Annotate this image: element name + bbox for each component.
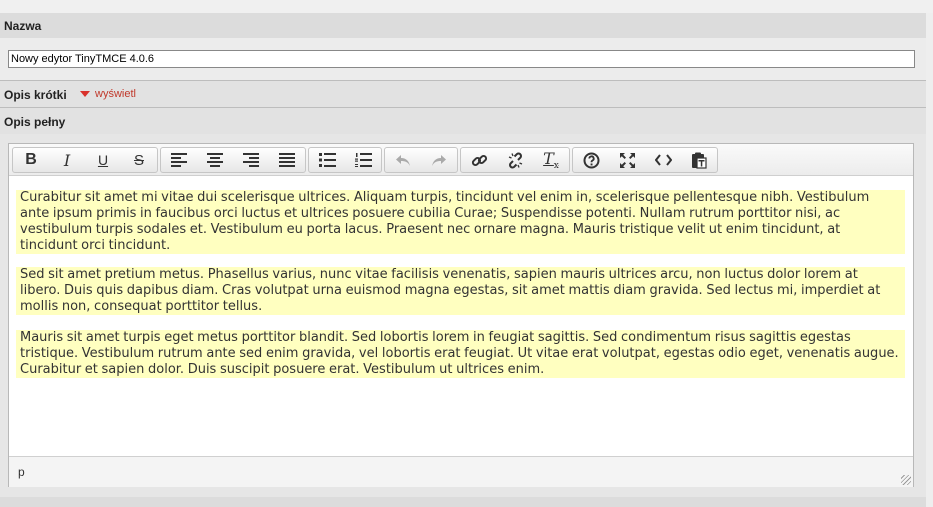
full-desc-label: Opis pełny	[4, 115, 66, 129]
italic-icon: I	[63, 150, 71, 170]
align-left-icon	[171, 153, 187, 167]
bullet-list-icon	[318, 153, 336, 167]
rich-text-editor: B I U S Tx Curabitur sit amet mi vitae d…	[8, 143, 914, 487]
paste-text-button[interactable]	[681, 148, 717, 172]
full-desc-row: Opis pełny	[0, 108, 926, 134]
paragraph-3[interactable]: Mauris sit amet turpis eget metus portti…	[16, 330, 905, 378]
toolbar-group-links: Tx	[460, 147, 570, 173]
align-justify-icon	[279, 153, 295, 167]
paragraph-2[interactable]: Sed sit amet pretium metus. Phasellus va…	[16, 267, 905, 315]
link-icon	[471, 154, 487, 166]
align-left-button[interactable]	[161, 148, 197, 172]
strikethrough-icon: S	[133, 151, 144, 169]
element-path[interactable]: p	[18, 465, 25, 479]
numbered-list-button[interactable]	[345, 148, 381, 172]
resize-grip-icon[interactable]	[901, 475, 911, 485]
short-desc-label: Opis krótki	[4, 88, 67, 102]
undo-button[interactable]	[385, 148, 421, 172]
help-icon	[583, 152, 599, 168]
short-desc-toggle[interactable]: wyświetl	[80, 88, 136, 100]
bold-icon: B	[25, 151, 37, 168]
name-row: Nazwa	[0, 13, 926, 38]
strikethrough-button[interactable]: S	[121, 148, 157, 172]
toolbar-group-format: B I U S	[12, 147, 158, 173]
align-right-icon	[243, 153, 259, 167]
remove-format-icon: Tx	[543, 148, 559, 172]
unlink-icon	[508, 152, 522, 168]
paste-text-icon	[692, 152, 707, 169]
toolbar-group-tools	[572, 147, 718, 173]
help-button[interactable]	[573, 148, 609, 172]
remove-format-button[interactable]: Tx	[533, 148, 569, 172]
redo-icon	[432, 155, 446, 166]
source-code-button[interactable]	[645, 148, 681, 172]
fullscreen-button[interactable]	[609, 148, 645, 172]
underline-icon: U	[97, 152, 109, 168]
bottom-row	[0, 497, 926, 507]
unlink-button[interactable]	[497, 148, 533, 172]
bullet-list-button[interactable]	[309, 148, 345, 172]
numbered-list-icon	[354, 153, 372, 167]
name-label: Nazwa	[4, 19, 42, 33]
underline-button[interactable]: U	[85, 148, 121, 172]
italic-button[interactable]: I	[49, 148, 85, 172]
top-strip	[0, 0, 933, 13]
toolbar-group-align	[160, 147, 306, 173]
short-desc-toggle-label: wyświetl	[95, 88, 136, 100]
align-justify-button[interactable]	[269, 148, 305, 172]
toolbar-group-lists	[308, 147, 382, 173]
editor-content[interactable]: Curabitur sit amet mi vitae dui sceleris…	[9, 176, 913, 455]
redo-button[interactable]	[421, 148, 457, 172]
align-center-button[interactable]	[197, 148, 233, 172]
align-right-button[interactable]	[233, 148, 269, 172]
toolbar-group-history	[384, 147, 458, 173]
name-input[interactable]	[8, 50, 915, 68]
fullscreen-icon	[619, 152, 635, 168]
align-center-icon	[207, 153, 223, 167]
source-code-icon	[654, 154, 672, 166]
triangle-down-icon	[80, 91, 90, 97]
editor-statusbar: p	[9, 456, 913, 487]
paragraph-1[interactable]: Curabitur sit amet mi vitae dui sceleris…	[16, 190, 905, 254]
editor-toolbar: B I U S Tx	[9, 144, 913, 176]
short-desc-row: Opis krótki	[0, 81, 926, 107]
insert-link-button[interactable]	[461, 148, 497, 172]
undo-icon	[396, 155, 410, 166]
bold-button[interactable]: B	[13, 148, 49, 172]
